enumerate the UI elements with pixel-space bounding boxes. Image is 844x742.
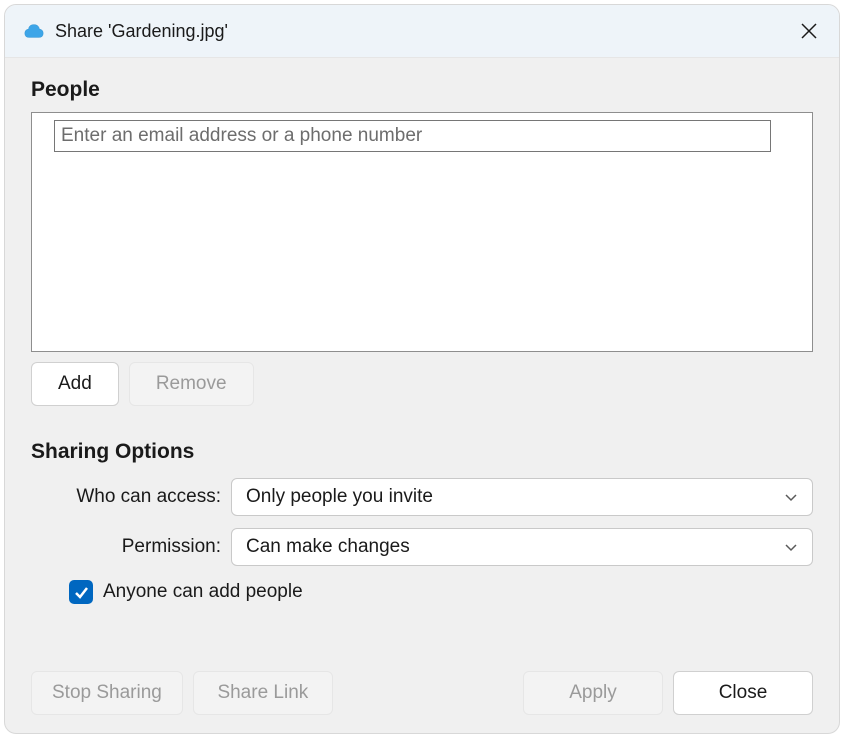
people-listbox[interactable] (31, 112, 813, 352)
window-title: Share 'Gardening.jpg' (55, 21, 793, 42)
access-select-value: Only people you invite (246, 486, 784, 508)
footer-spacer (343, 671, 513, 715)
stop-sharing-button[interactable]: Stop Sharing (31, 671, 183, 715)
permission-label: Permission: (31, 536, 231, 558)
dialog-content: People Add Remove Sharing Options Who ca… (5, 58, 839, 733)
chevron-down-icon (784, 490, 798, 504)
remove-button[interactable]: Remove (129, 362, 254, 406)
chevron-down-icon (784, 540, 798, 554)
dialog-footer: Stop Sharing Share Link Apply Close (31, 653, 813, 715)
close-window-button[interactable] (793, 15, 825, 47)
people-button-row: Add Remove (31, 362, 813, 406)
permission-select-value: Can make changes (246, 536, 784, 558)
options-block: Who can access: Only people you invite P… (31, 474, 813, 604)
close-button[interactable]: Close (673, 671, 813, 715)
content-spacer (31, 604, 813, 653)
access-row: Who can access: Only people you invite (31, 478, 813, 516)
share-dialog: Share 'Gardening.jpg' People Add Remove … (4, 4, 840, 734)
anyone-add-label: Anyone can add people (103, 581, 303, 603)
people-section-title: People (31, 78, 813, 102)
permission-select[interactable]: Can make changes (231, 528, 813, 566)
add-button[interactable]: Add (31, 362, 119, 406)
share-link-button[interactable]: Share Link (193, 671, 333, 715)
cloud-icon (23, 20, 45, 42)
anyone-add-checkbox[interactable] (69, 580, 93, 604)
close-icon (800, 22, 818, 40)
titlebar: Share 'Gardening.jpg' (5, 5, 839, 58)
access-label: Who can access: (31, 486, 231, 508)
access-select[interactable]: Only people you invite (231, 478, 813, 516)
scrollbar-gutter (779, 120, 797, 344)
apply-button[interactable]: Apply (523, 671, 663, 715)
people-input-zone (54, 120, 771, 344)
permission-row: Permission: Can make changes (31, 528, 813, 566)
sharing-section-title: Sharing Options (31, 440, 813, 464)
email-input[interactable] (54, 120, 771, 152)
sharing-options-section: Sharing Options Who can access: Only peo… (31, 440, 813, 604)
check-icon (74, 585, 89, 600)
anyone-add-row: Anyone can add people (69, 580, 813, 604)
